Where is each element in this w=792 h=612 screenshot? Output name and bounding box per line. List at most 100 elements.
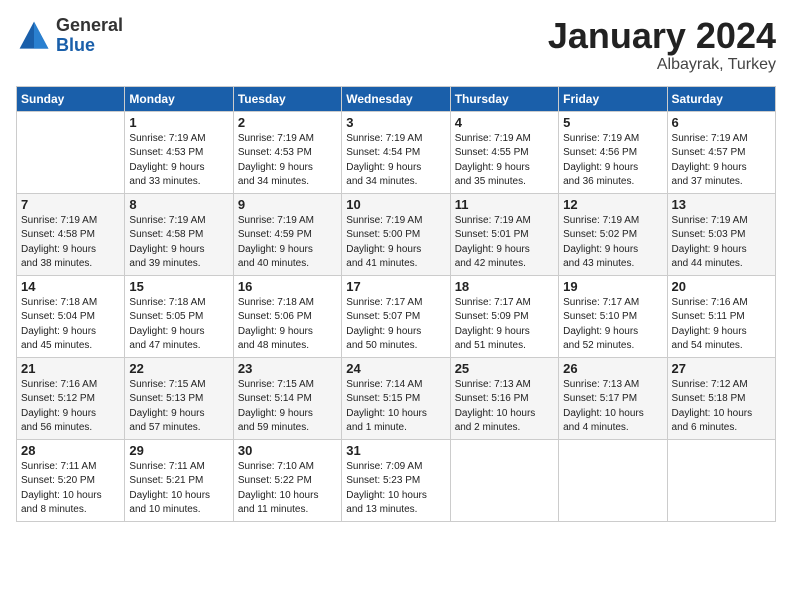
calendar-cell: 9Sunrise: 7:19 AM Sunset: 4:59 PM Daylig… — [233, 193, 341, 275]
weekday-header-monday: Monday — [125, 86, 233, 111]
month-title: January 2024 — [548, 16, 776, 56]
day-info: Sunrise: 7:10 AM Sunset: 5:22 PM Dayligh… — [238, 460, 337, 518]
calendar-cell: 21 Sunrise: 7:16 AM Sunset: 5:12 PM Dayli… — [17, 357, 125, 439]
day-info: Sunrise: 7:19 AM Sunset: 5:02 PM Dayligh… — [563, 214, 662, 272]
day-number: 15 — [129, 279, 228, 294]
day-number: 7 — [21, 197, 120, 212]
day-info: Sunrise: 7:16 AM Sunset: 5:12 PM Dayligh… — [21, 378, 120, 436]
calendar-cell: 13 Sunrise: 7:19 AM Sunset: 5:03 PM Dayli… — [667, 193, 775, 275]
day-info: Sunrise: 7:12 AM Sunset: 5:18 PM Dayligh… — [672, 378, 771, 436]
logo-blue: Blue — [56, 35, 95, 55]
day-info: Sunrise: 7:18 AM Sunset: 5:06 PM Dayligh… — [238, 296, 337, 354]
day-number: 4 — [455, 115, 554, 130]
calendar-cell — [667, 439, 775, 521]
page-header: General Blue January 2024 Albayrak, Turk… — [16, 16, 776, 74]
calendar-cell: 30 Sunrise: 7:10 AM Sunset: 5:22 PM Dayli… — [233, 439, 341, 521]
calendar-cell: 20 Sunrise: 7:16 AM Sunset: 5:11 PM Dayli… — [667, 275, 775, 357]
calendar-cell: 17 Sunrise: 7:17 AM Sunset: 5:07 PM Dayli… — [342, 275, 450, 357]
week-row-4: 21 Sunrise: 7:16 AM Sunset: 5:12 PM Dayli… — [17, 357, 776, 439]
day-info: Sunrise: 7:13 AM Sunset: 5:17 PM Dayligh… — [563, 378, 662, 436]
week-row-5: 28 Sunrise: 7:11 AM Sunset: 5:20 PM Dayli… — [17, 439, 776, 521]
calendar-cell: 12 Sunrise: 7:19 AM Sunset: 5:02 PM Dayli… — [559, 193, 667, 275]
day-number: 14 — [21, 279, 120, 294]
weekday-header-thursday: Thursday — [450, 86, 558, 111]
calendar-cell: 23 Sunrise: 7:15 AM Sunset: 5:14 PM Dayli… — [233, 357, 341, 439]
day-info: Sunrise: 7:11 AM Sunset: 5:20 PM Dayligh… — [21, 460, 120, 518]
day-number: 26 — [563, 361, 662, 376]
calendar-cell: 16Sunrise: 7:18 AM Sunset: 5:06 PM Dayli… — [233, 275, 341, 357]
calendar-cell: 10 Sunrise: 7:19 AM Sunset: 5:00 PM Dayli… — [342, 193, 450, 275]
weekday-header-friday: Friday — [559, 86, 667, 111]
calendar-cell: 5 Sunrise: 7:19 AM Sunset: 4:56 PM Daylig… — [559, 111, 667, 193]
calendar-cell: 14 Sunrise: 7:18 AM Sunset: 5:04 PM Dayli… — [17, 275, 125, 357]
location-subtitle: Albayrak, Turkey — [548, 56, 776, 74]
day-number: 1 — [129, 115, 228, 130]
calendar-cell: 22Sunrise: 7:15 AM Sunset: 5:13 PM Dayli… — [125, 357, 233, 439]
day-number: 10 — [346, 197, 445, 212]
calendar-cell: 8 Sunrise: 7:19 AM Sunset: 4:58 PM Daylig… — [125, 193, 233, 275]
day-number: 25 — [455, 361, 554, 376]
day-number: 5 — [563, 115, 662, 130]
calendar-cell: 11 Sunrise: 7:19 AM Sunset: 5:01 PM Dayli… — [450, 193, 558, 275]
calendar-cell — [559, 439, 667, 521]
day-info: Sunrise: 7:18 AM Sunset: 5:04 PM Dayligh… — [21, 296, 120, 354]
day-number: 3 — [346, 115, 445, 130]
day-number: 30 — [238, 443, 337, 458]
day-info: Sunrise: 7:19 AM Sunset: 4:58 PM Dayligh… — [21, 214, 120, 272]
day-number: 8 — [129, 197, 228, 212]
day-info: Sunrise: 7:19 AM Sunset: 4:53 PM Dayligh… — [238, 132, 337, 190]
calendar-cell: 31Sunrise: 7:09 AM Sunset: 5:23 PM Dayli… — [342, 439, 450, 521]
calendar-cell: 19 Sunrise: 7:17 AM Sunset: 5:10 PM Dayli… — [559, 275, 667, 357]
day-info: Sunrise: 7:17 AM Sunset: 5:07 PM Dayligh… — [346, 296, 445, 354]
calendar-cell: 7 Sunrise: 7:19 AM Sunset: 4:58 PM Daylig… — [17, 193, 125, 275]
calendar-cell: 1 Sunrise: 7:19 AM Sunset: 4:53 PM Daylig… — [125, 111, 233, 193]
calendar-cell: 15 Sunrise: 7:18 AM Sunset: 5:05 PM Dayli… — [125, 275, 233, 357]
day-info: Sunrise: 7:19 AM Sunset: 4:53 PM Dayligh… — [129, 132, 228, 190]
day-number: 23 — [238, 361, 337, 376]
weekday-header-saturday: Saturday — [667, 86, 775, 111]
day-number: 29 — [129, 443, 228, 458]
day-info: Sunrise: 7:19 AM Sunset: 4:58 PM Dayligh… — [129, 214, 228, 272]
day-number: 2 — [238, 115, 337, 130]
day-info: Sunrise: 7:19 AM Sunset: 4:55 PM Dayligh… — [455, 132, 554, 190]
calendar-cell: 25Sunrise: 7:13 AM Sunset: 5:16 PM Dayli… — [450, 357, 558, 439]
day-number: 24 — [346, 361, 445, 376]
weekday-header-sunday: Sunday — [17, 86, 125, 111]
day-info: Sunrise: 7:15 AM Sunset: 5:14 PM Dayligh… — [238, 378, 337, 436]
logo-text: General Blue — [56, 16, 123, 56]
day-info: Sunrise: 7:19 AM Sunset: 5:00 PM Dayligh… — [346, 214, 445, 272]
day-info: Sunrise: 7:19 AM Sunset: 5:01 PM Dayligh… — [455, 214, 554, 272]
day-info: Sunrise: 7:19 AM Sunset: 4:54 PM Dayligh… — [346, 132, 445, 190]
calendar-table: SundayMondayTuesdayWednesdayThursdayFrid… — [16, 86, 776, 522]
day-number: 17 — [346, 279, 445, 294]
day-number: 13 — [672, 197, 771, 212]
calendar-cell — [450, 439, 558, 521]
day-info: Sunrise: 7:16 AM Sunset: 5:11 PM Dayligh… — [672, 296, 771, 354]
day-number: 22 — [129, 361, 228, 376]
day-number: 21 — [21, 361, 120, 376]
calendar-cell: 2 Sunrise: 7:19 AM Sunset: 4:53 PM Daylig… — [233, 111, 341, 193]
calendar-cell: 24 Sunrise: 7:14 AM Sunset: 5:15 PM Dayli… — [342, 357, 450, 439]
logo-general: General — [56, 15, 123, 35]
day-info: Sunrise: 7:19 AM Sunset: 5:03 PM Dayligh… — [672, 214, 771, 272]
day-info: Sunrise: 7:14 AM Sunset: 5:15 PM Dayligh… — [346, 378, 445, 436]
weekday-header-tuesday: Tuesday — [233, 86, 341, 111]
day-info: Sunrise: 7:17 AM Sunset: 5:09 PM Dayligh… — [455, 296, 554, 354]
day-number: 20 — [672, 279, 771, 294]
weekday-header-wednesday: Wednesday — [342, 86, 450, 111]
day-info: Sunrise: 7:17 AM Sunset: 5:10 PM Dayligh… — [563, 296, 662, 354]
calendar-cell: 27Sunrise: 7:12 AM Sunset: 5:18 PM Dayli… — [667, 357, 775, 439]
day-info: Sunrise: 7:09 AM Sunset: 5:23 PM Dayligh… — [346, 460, 445, 518]
week-row-2: 7 Sunrise: 7:19 AM Sunset: 4:58 PM Daylig… — [17, 193, 776, 275]
day-info: Sunrise: 7:19 AM Sunset: 4:56 PM Dayligh… — [563, 132, 662, 190]
day-number: 12 — [563, 197, 662, 212]
day-number: 28 — [21, 443, 120, 458]
day-number: 18 — [455, 279, 554, 294]
day-info: Sunrise: 7:18 AM Sunset: 5:05 PM Dayligh… — [129, 296, 228, 354]
calendar-cell: 4 Sunrise: 7:19 AM Sunset: 4:55 PM Daylig… — [450, 111, 558, 193]
title-block: January 2024 Albayrak, Turkey — [548, 16, 776, 74]
logo-icon — [16, 18, 52, 54]
calendar-cell: 28 Sunrise: 7:11 AM Sunset: 5:20 PM Dayli… — [17, 439, 125, 521]
day-number: 11 — [455, 197, 554, 212]
day-number: 19 — [563, 279, 662, 294]
